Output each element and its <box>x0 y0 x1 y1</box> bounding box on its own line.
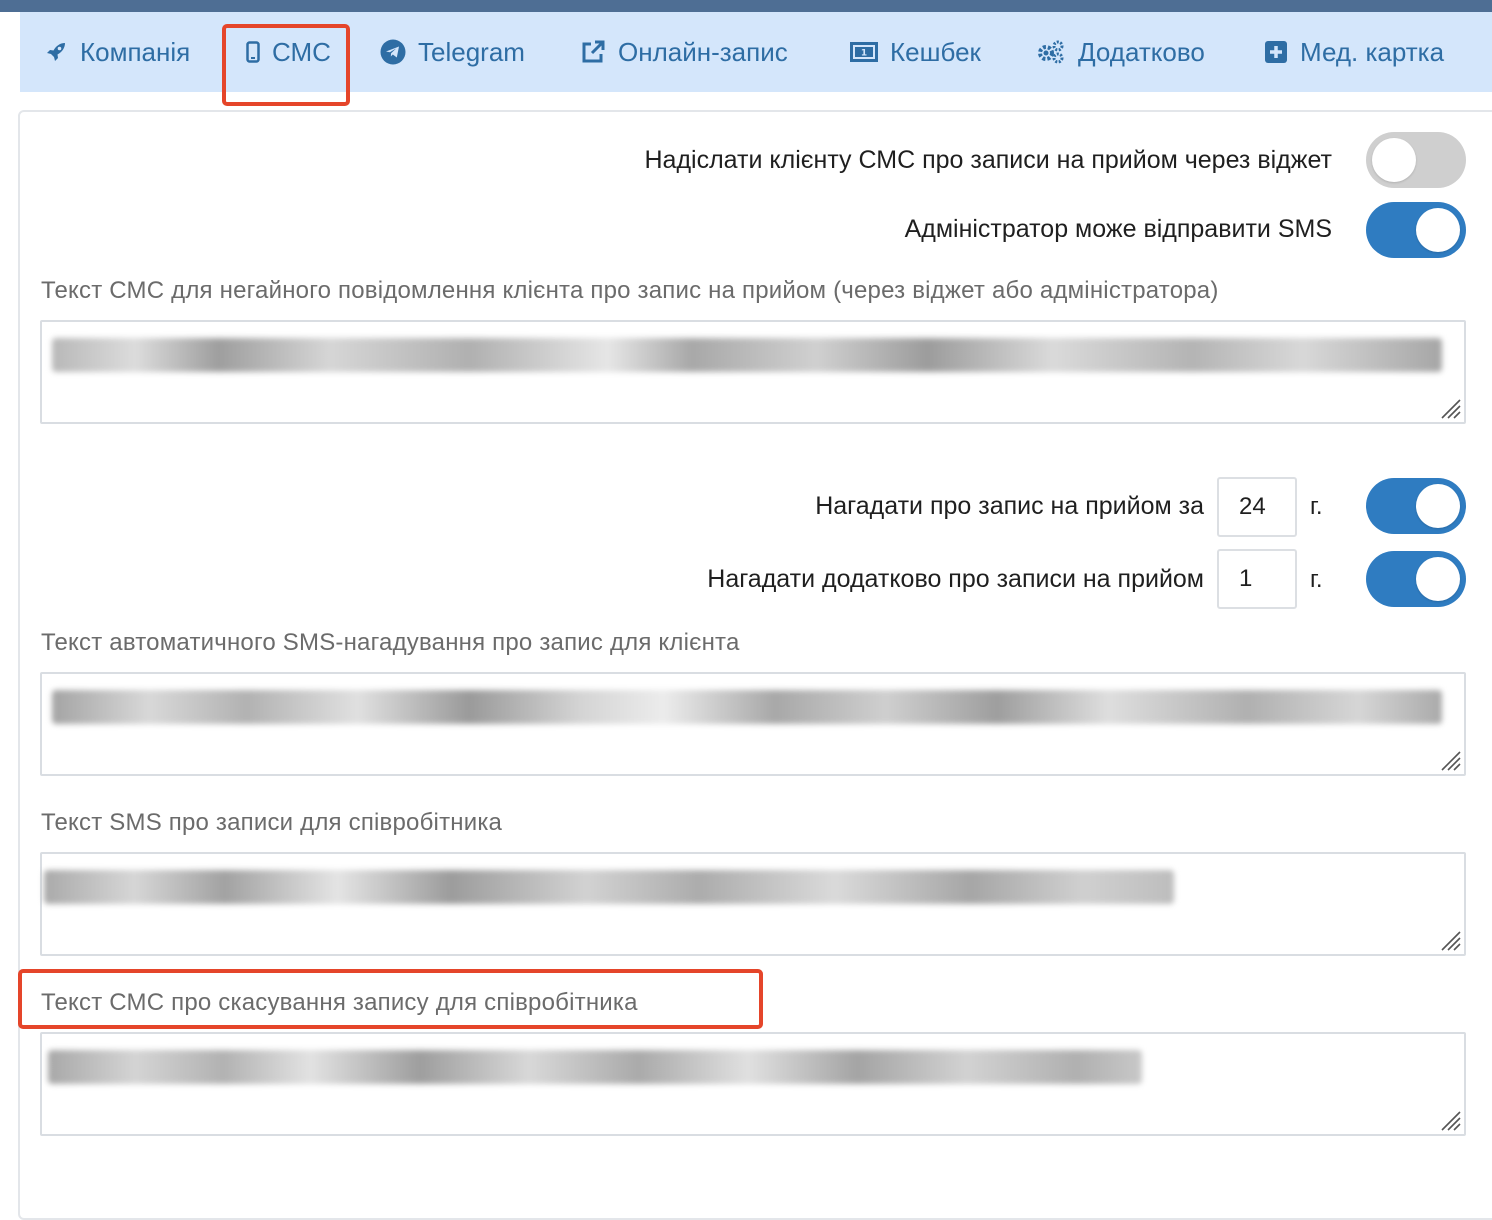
svg-text:1: 1 <box>861 49 867 59</box>
remind-unit: г. <box>1310 493 1323 520</box>
remind-label: Нагадати про запис на прийом за <box>815 492 1204 520</box>
tab-label: Онлайн-запис <box>618 36 788 67</box>
toggle-knob <box>1372 138 1416 182</box>
highlight-box-cancel-label <box>18 969 763 1029</box>
telegram-icon <box>380 39 406 65</box>
admin-sms-label: Адміністратор може відправити SMS <box>904 215 1332 243</box>
auto-text-label: Текст автоматичного SMS-нагадування про … <box>41 629 740 656</box>
tab-label: Додатково <box>1078 36 1205 67</box>
remind-toggle[interactable] <box>1366 478 1466 534</box>
remind-hours-input[interactable]: 24 <box>1217 477 1297 537</box>
remind-extra-toggle[interactable] <box>1366 551 1466 607</box>
tab-label: Кешбек <box>890 36 981 67</box>
immediate-sms-textarea[interactable] <box>40 320 1466 424</box>
tab-telegram[interactable]: Telegram <box>380 12 525 92</box>
blurred-text <box>44 870 1174 904</box>
highlight-box-sms-tab <box>222 24 350 106</box>
staff-sms-textarea[interactable] <box>40 852 1466 956</box>
toggle-knob <box>1416 557 1460 601</box>
money-bill-icon: 1 <box>850 42 878 62</box>
rocket-icon <box>47 43 65 61</box>
admin-sms-toggle[interactable] <box>1366 202 1466 258</box>
gears-icon <box>1038 40 1064 64</box>
tab-label: Telegram <box>418 36 525 67</box>
toggle-knob <box>1416 484 1460 528</box>
blurred-text <box>48 1050 1142 1084</box>
top-bar <box>0 0 1492 12</box>
staff-text-label: Текст SMS про записи для співробітника <box>41 809 503 836</box>
remind-extra-label: Нагадати додатково про записи на прийом <box>707 565 1204 593</box>
auto-reminder-textarea[interactable] <box>40 672 1466 776</box>
tab-label: Мед. картка <box>1300 36 1445 67</box>
blurred-text <box>52 338 1442 372</box>
tab-additional[interactable]: Додатково <box>1036 12 1205 92</box>
tab-medical-card[interactable]: Мед. картка <box>1264 12 1444 92</box>
resize-grip-icon <box>1441 399 1461 419</box>
cancel-sms-textarea[interactable] <box>40 1032 1466 1136</box>
tab-online-booking[interactable]: Онлайн-запис <box>580 12 788 92</box>
immediate-text-label: Текст СМС для негайного повідомлення клі… <box>41 277 1219 304</box>
remind-extra-hours-input[interactable]: 1 <box>1217 549 1297 609</box>
widget-sms-toggle[interactable] <box>1366 132 1466 188</box>
remind-extra-unit: г. <box>1310 566 1323 593</box>
external-link-icon <box>582 40 605 63</box>
blurred-text <box>52 690 1442 724</box>
resize-grip-icon <box>1441 1111 1461 1131</box>
widget-sms-label: Надіслати клієнту СМС про записи на прий… <box>644 146 1333 174</box>
toggle-knob <box>1416 208 1460 252</box>
tab-label: Компанія <box>80 36 191 67</box>
tab-cashback[interactable]: 1 Кешбек <box>850 12 981 92</box>
tab-company[interactable]: Компанія <box>44 12 190 92</box>
plus-square-icon <box>1265 41 1287 63</box>
resize-grip-icon <box>1441 931 1461 951</box>
resize-grip-icon <box>1441 751 1461 771</box>
